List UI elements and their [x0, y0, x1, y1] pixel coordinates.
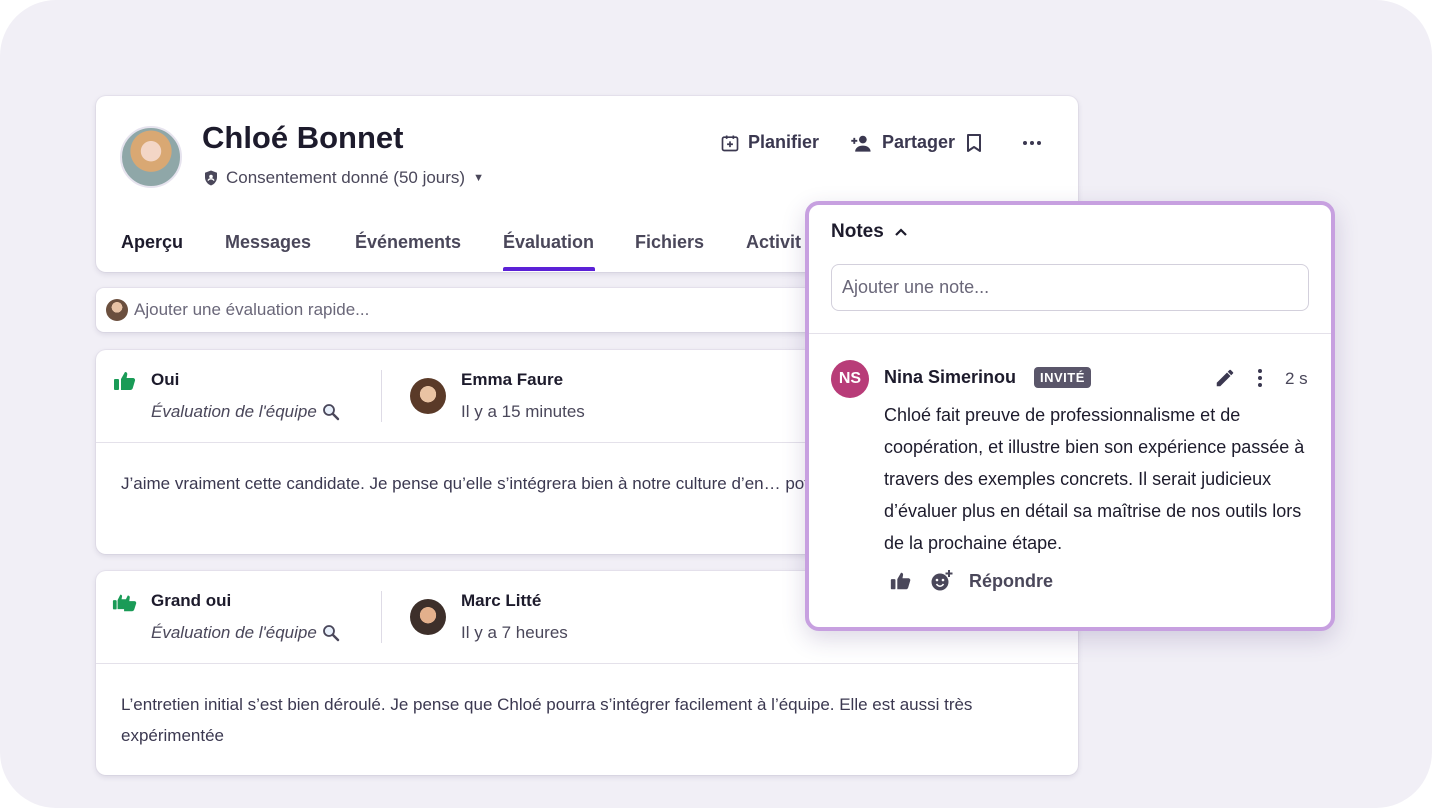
current-user-avatar — [106, 299, 128, 321]
calendar-plus-icon — [721, 135, 739, 151]
search-icon — [322, 625, 340, 642]
evaluation-scope[interactable]: Évaluation de l'équipe — [151, 402, 340, 422]
consent-status[interactable]: Consentement donné (50 jours) ▼ — [202, 168, 484, 188]
evaluation-scope[interactable]: Évaluation de l'équipe — [151, 623, 340, 643]
bookmark-icon — [967, 134, 981, 152]
note-text: Chloé fait preuve de professionnalisme e… — [884, 405, 1305, 553]
more-vertical-icon[interactable] — [1251, 367, 1269, 389]
evaluation-scope-label: Évaluation de l'équipe — [151, 623, 317, 642]
chevron-down-icon: ▼ — [473, 172, 484, 184]
notes-title: Notes — [831, 221, 884, 242]
divider — [809, 333, 1331, 334]
quick-evaluation-placeholder: Ajouter une évaluation rapide... — [134, 300, 370, 319]
search-icon — [322, 404, 340, 421]
more-horizontal-icon — [1023, 141, 1041, 145]
evaluation-scope-label: Évaluation de l'équipe — [151, 402, 317, 421]
thumbs-up-icon[interactable] — [889, 570, 913, 592]
edit-icon[interactable] — [1214, 367, 1236, 389]
share-label: Partager — [882, 132, 956, 152]
evaluation-comment: L’entretien initial s’est bien déroulé. … — [121, 695, 973, 745]
active-tab-indicator — [503, 267, 595, 271]
add-note-input[interactable] — [831, 264, 1309, 311]
verdict-label: Grand oui — [151, 591, 232, 610]
chevron-up-icon — [895, 228, 907, 236]
tab-evaluation[interactable]: Évaluation — [503, 232, 594, 253]
divider — [96, 663, 1078, 664]
divider — [381, 370, 382, 422]
note-time: 2 s — [1285, 369, 1308, 388]
reviewer-name[interactable]: Emma Faure — [461, 370, 563, 390]
divider — [381, 591, 382, 643]
tab-messages[interactable]: Messages — [225, 232, 311, 253]
add-reaction-icon[interactable] — [929, 569, 953, 593]
candidate-avatar[interactable] — [120, 126, 182, 188]
reply-button[interactable]: Répondre — [969, 571, 1053, 592]
evaluation-time: Il y a 7 heures — [461, 623, 568, 642]
tab-evenements[interactable]: Événements — [355, 232, 461, 253]
note-author-avatar: NS — [831, 360, 869, 398]
notes-panel: Notes NS Nina Simerinou INVITÉ 2 s Chloé… — [805, 201, 1335, 631]
reviewer-name[interactable]: Marc Litté — [461, 591, 541, 611]
guest-badge: INVITÉ — [1034, 367, 1091, 388]
note-author-name: Nina Simerinou — [884, 367, 1017, 387]
tab-apercu[interactable]: Aperçu — [121, 232, 183, 253]
person-add-icon — [851, 135, 871, 152]
shield-icon — [205, 170, 217, 186]
verdict-label: Oui — [151, 370, 180, 389]
reviewer-avatar[interactable] — [410, 378, 446, 414]
tab-activite[interactable]: Activit — [746, 232, 801, 253]
reviewer-avatar[interactable] — [410, 599, 446, 635]
notes-header[interactable]: Notes — [831, 221, 908, 243]
app-background: Chloé Bonnet Consentement donné (50 jour… — [0, 0, 1432, 808]
tab-fichiers[interactable]: Fichiers — [635, 232, 704, 253]
double-thumbs-up-icon — [112, 594, 137, 612]
share-button[interactable]: Partager — [850, 132, 955, 153]
schedule-label: Planifier — [748, 132, 820, 152]
thumbs-up-icon — [114, 372, 136, 390]
consent-label: Consentement donné (50 jours) — [226, 168, 466, 187]
candidate-name: Chloé Bonnet — [202, 120, 404, 155]
note-actions: Répondre — [889, 569, 1053, 593]
schedule-button[interactable]: Planifier — [720, 132, 819, 153]
bookmark-button[interactable] — [963, 132, 985, 154]
more-options-button[interactable] — [1021, 132, 1043, 154]
evaluation-time: Il y a 15 minutes — [461, 402, 585, 421]
